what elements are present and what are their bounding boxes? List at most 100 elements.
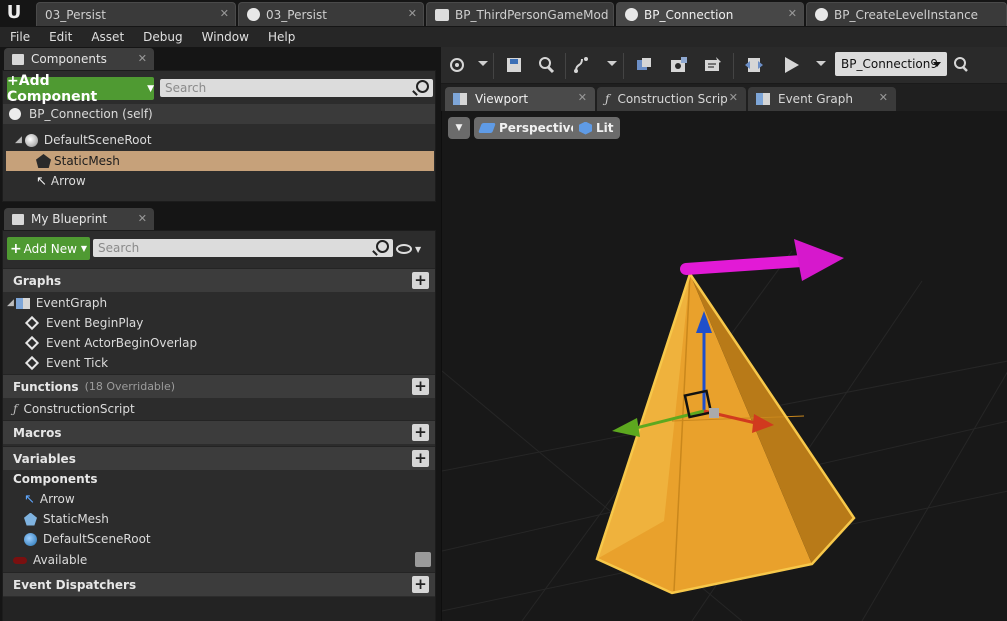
- viewport-options-button[interactable]: ▼: [448, 117, 470, 139]
- arrow-component-gizmo[interactable]: [680, 239, 844, 281]
- close-icon[interactable]: ✕: [408, 7, 417, 20]
- find-icon[interactable]: [634, 55, 654, 75]
- close-icon[interactable]: ✕: [138, 212, 147, 225]
- collapse-triangle-icon[interactable]: ◢: [15, 135, 22, 145]
- variable-type-icon: [13, 556, 27, 564]
- close-icon[interactable]: ✕: [788, 7, 797, 20]
- close-icon[interactable]: ✕: [220, 7, 229, 20]
- self-label: BP_Connection (self): [29, 107, 153, 121]
- diff-icon[interactable]: [572, 55, 592, 75]
- components-category-label[interactable]: Components: [13, 472, 98, 486]
- find-in-content-browser-icon[interactable]: [536, 55, 556, 75]
- tree-item-arrow[interactable]: ↖ Arrow: [36, 171, 434, 191]
- book-icon: [12, 213, 24, 225]
- save-icon[interactable]: [504, 55, 524, 75]
- doc-tab-03-persist-2[interactable]: 03_Persist ✕: [238, 2, 424, 26]
- doc-tab-bp-createlevelinstance[interactable]: BP_CreateLevelInstance: [806, 2, 1007, 26]
- tab-construction-script[interactable]: ƒ Construction Scrip ✕: [597, 87, 746, 111]
- graph-event-tick[interactable]: Event Tick: [24, 353, 434, 373]
- add-graph-button[interactable]: +: [412, 272, 429, 289]
- unreal-logo-icon[interactable]: U: [2, 2, 26, 24]
- macros-section-header[interactable]: Macros +: [3, 420, 435, 444]
- menu-debug[interactable]: Debug: [133, 30, 191, 44]
- variable-label: DefaultSceneRoot: [43, 532, 151, 546]
- graph-item-eventgraph[interactable]: ◢ EventGraph: [7, 293, 435, 313]
- event-dispatchers-section-header[interactable]: Event Dispatchers +: [3, 572, 435, 596]
- variable-arrow[interactable]: ↖ Arrow: [24, 489, 434, 509]
- chevron-down-icon[interactable]: [478, 61, 488, 66]
- blueprint-icon: [435, 8, 449, 21]
- collapse-triangle-icon[interactable]: ◢: [7, 298, 14, 308]
- plus-icon: +: [9, 240, 22, 257]
- lit-mode-icon: [579, 121, 592, 135]
- simulation-icon[interactable]: [744, 55, 764, 75]
- tree-item-label: DefaultSceneRoot: [43, 133, 152, 147]
- event-label: Event ActorBeginOverlap: [46, 336, 198, 350]
- close-icon[interactable]: ✕: [729, 91, 738, 104]
- section-title: Event Dispatchers: [13, 577, 137, 592]
- graphs-section-header[interactable]: Graphs +: [3, 268, 435, 292]
- menu-help[interactable]: Help: [258, 30, 304, 44]
- menu-file[interactable]: File: [0, 30, 39, 44]
- doc-tab-bp-connection[interactable]: BP_Connection ✕: [616, 2, 804, 26]
- components-search-input[interactable]: Search: [160, 79, 433, 97]
- add-function-button[interactable]: +: [412, 378, 429, 395]
- menu-window[interactable]: Window: [192, 30, 258, 44]
- viewport[interactable]: ▼ Perspective Lit: [441, 111, 1007, 621]
- blueprint-search-input[interactable]: Search: [93, 239, 393, 257]
- event-label: Event Tick: [46, 356, 109, 370]
- perspective-button[interactable]: Perspective: [474, 117, 585, 139]
- add-new-button[interactable]: + Add New ▼: [7, 237, 90, 260]
- tree-item-staticmesh[interactable]: StaticMesh: [6, 151, 434, 171]
- close-icon[interactable]: ✕: [879, 91, 888, 104]
- tab-label: Viewport: [475, 92, 529, 106]
- self-row[interactable]: BP_Connection (self): [3, 104, 435, 124]
- variable-defaultsceneroot[interactable]: DefaultSceneRoot: [24, 529, 434, 549]
- menu-edit[interactable]: Edit: [39, 30, 81, 44]
- variables-section-header[interactable]: Variables +: [3, 446, 435, 470]
- drop-target-icon[interactable]: [415, 552, 431, 567]
- graph-event-actorbeginoverlap[interactable]: Event ActorBeginOverlap: [24, 333, 434, 353]
- add-macro-button[interactable]: +: [412, 424, 429, 441]
- close-icon[interactable]: ✕: [578, 91, 587, 104]
- search-icon[interactable]: [951, 55, 971, 75]
- doc-tab-03-persist-1[interactable]: 03_Persist ✕: [36, 2, 236, 26]
- lit-button[interactable]: Lit: [573, 117, 620, 139]
- debug-object-select[interactable]: BP_Connection9: [835, 52, 947, 76]
- tab-viewport[interactable]: Viewport ✕: [445, 87, 595, 111]
- tab-event-graph[interactable]: Event Graph ✕: [748, 87, 896, 111]
- doc-tab-bp-thirdpersongamemode[interactable]: BP_ThirdPersonGameMod: [426, 2, 614, 26]
- graph-event-beginplay[interactable]: Event BeginPlay: [24, 313, 434, 333]
- add-event-dispatcher-button[interactable]: +: [412, 576, 429, 593]
- close-icon[interactable]: ✕: [138, 52, 147, 65]
- viewport-scene[interactable]: [442, 111, 1007, 621]
- section-title: Functions: [13, 379, 79, 394]
- tree-item-defaultsceneroot[interactable]: ◢ DefaultSceneRoot: [15, 130, 435, 150]
- components-tab-label: Components: [31, 52, 107, 66]
- chevron-down-icon[interactable]: [816, 61, 826, 66]
- function-item-constructionscript[interactable]: ƒ ConstructionScript: [13, 399, 433, 419]
- play-icon[interactable]: [781, 55, 801, 75]
- components-icon: [12, 53, 24, 65]
- add-component-button[interactable]: +Add Component ▼: [7, 73, 154, 105]
- chevron-down-icon: ▼: [455, 123, 463, 133]
- variable-staticmesh[interactable]: StaticMesh: [24, 509, 434, 529]
- doc-tab-label: BP_ThirdPersonGameMod: [455, 7, 609, 22]
- defaults-icon[interactable]: [703, 55, 723, 75]
- chevron-down-icon[interactable]: [607, 61, 617, 66]
- settings-gear-icon[interactable]: [669, 55, 689, 75]
- add-variable-button[interactable]: +: [412, 450, 429, 467]
- compile-icon[interactable]: [447, 55, 467, 75]
- toolbar-separator: [565, 53, 566, 79]
- document-tab-bar: U 03_Persist ✕ 03_Persist ✕ BP_ThirdPers…: [0, 0, 1007, 27]
- my-blueprint-panel-tab[interactable]: My Blueprint ✕: [4, 208, 154, 230]
- doc-tab-label: BP_CreateLevelInstance: [834, 7, 979, 22]
- search-icon: [376, 240, 389, 253]
- arrow-component-icon: ↖: [24, 491, 35, 507]
- components-panel-tab[interactable]: Components ✕: [4, 48, 154, 70]
- chevron-down-icon: ▼: [147, 83, 154, 94]
- functions-section-header[interactable]: Functions (18 Overridable) +: [3, 374, 435, 398]
- menu-asset[interactable]: Asset: [81, 30, 133, 44]
- variable-available[interactable]: Available: [13, 550, 433, 570]
- view-options-button[interactable]: ▼: [396, 241, 430, 257]
